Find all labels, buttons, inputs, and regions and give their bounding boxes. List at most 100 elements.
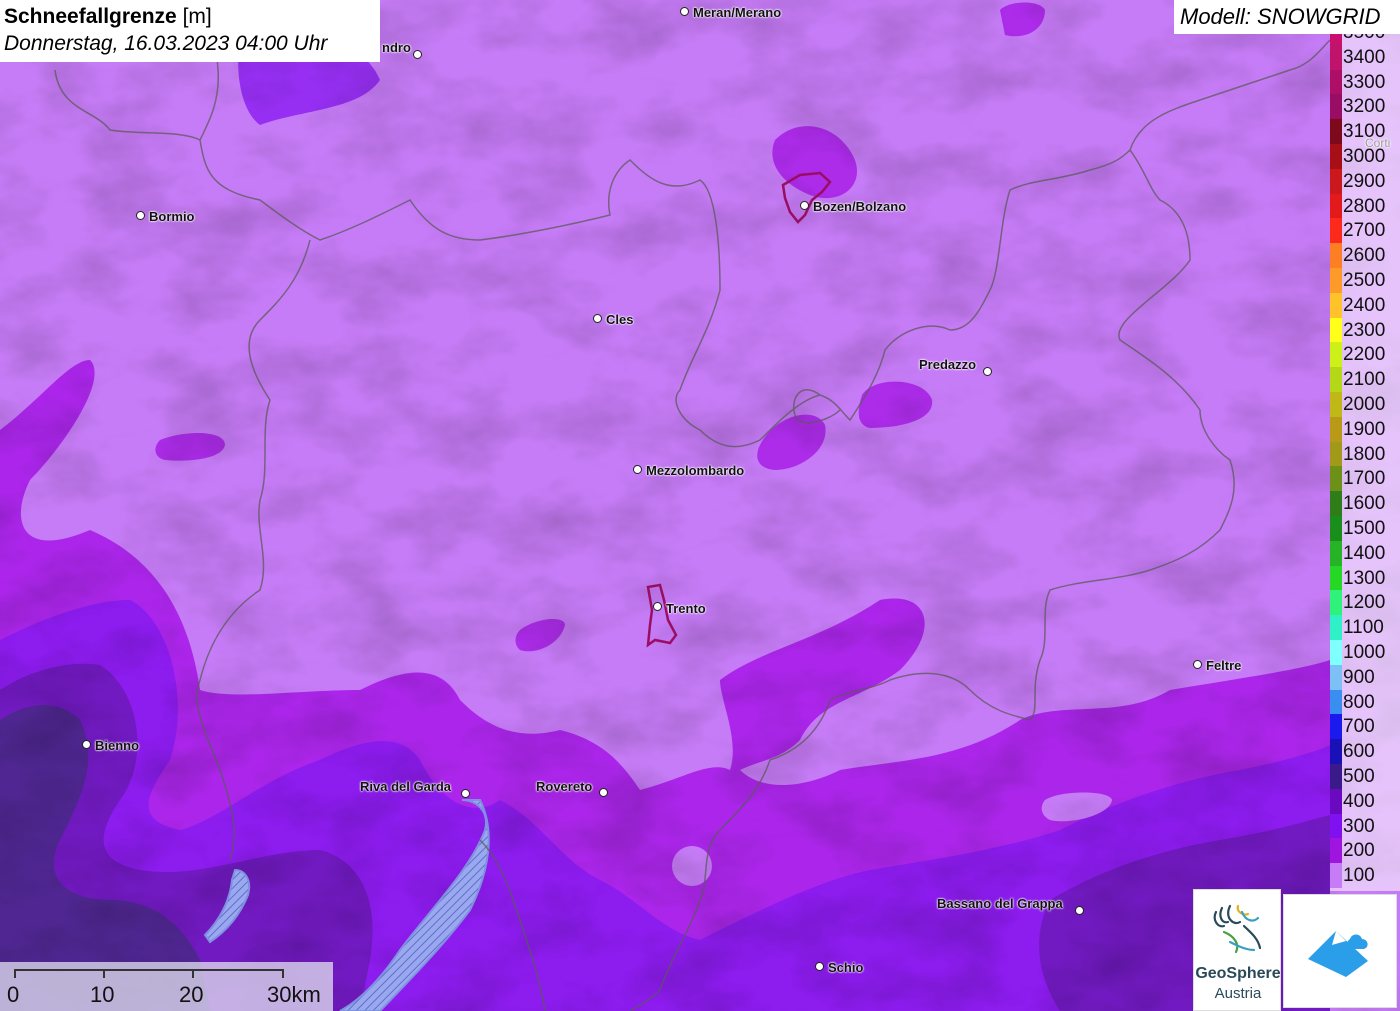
city-dot-icon [983,367,992,376]
legend-swatch [1330,44,1342,70]
legend-swatch [1330,218,1342,244]
snow-service-logo[interactable] [1283,894,1397,1008]
legend-label: 3500 [1343,34,1385,44]
legend-entry: 3200 [1330,94,1400,120]
scale-tick [282,969,284,978]
scale-tick [14,969,16,978]
legend-swatch [1330,689,1342,715]
parameter-unit: [m] [182,5,212,28]
city-label: Bormio [149,209,195,224]
legend-entry: 3500 [1330,34,1400,45]
legend-entry: 200 [1330,838,1400,864]
legend-swatch [1330,615,1342,640]
legend-swatch [1330,243,1342,268]
legend-label: 2400 [1343,294,1386,316]
forecast-datetime: Donnerstag, 16.03.2023 04:00 Uhr [4,32,328,55]
legend-entry: 1800 [1330,441,1400,467]
scale-bar: 0 10 20 30km [0,962,333,1011]
legend-swatch [1330,764,1342,789]
legend-label: 1000 [1343,642,1386,663]
map-title-box: Schneefallgrenze [m] Donnerstag, 16.03.2… [0,0,380,62]
legend-entry: 700 [1330,714,1400,740]
city-label: Corti [1365,136,1391,150]
legend-label: 600 [1343,741,1375,763]
legend-entry: 400 [1330,788,1400,814]
legend-entry: 1900 [1330,416,1400,442]
legend-swatch [1330,144,1342,169]
legend-entry: 2400 [1330,292,1400,318]
snowfall-line-map[interactable] [0,0,1400,1011]
city-label: Trento [666,601,706,616]
legend-label: 3300 [1343,71,1386,93]
legend-swatch [1330,838,1342,864]
legend-swatch [1330,739,1342,764]
city-dot-icon [136,211,145,220]
legend-label: 2500 [1343,270,1386,291]
legend-swatch [1330,193,1342,219]
legend-entry: 1700 [1330,466,1400,492]
legend-label: 3400 [1343,46,1386,68]
city-label: Feltre [1206,658,1242,673]
legend-label: 2900 [1343,170,1386,192]
legend-entry: 300 [1330,813,1400,839]
legend-swatch [1330,292,1342,318]
legend-entry: 1600 [1330,491,1400,516]
city-label: Schio [828,960,864,975]
legend-entry: 2200 [1330,342,1400,368]
city-dot-icon [82,740,91,749]
legend-entry: 500 [1330,764,1400,789]
city-dot-icon [633,465,642,474]
legend-label: 1100 [1343,617,1384,639]
legend-swatch [1330,516,1342,541]
legend-swatch [1330,466,1342,492]
legend-label: 1500 [1343,518,1386,539]
legend-entry: 1300 [1330,565,1400,591]
legend-swatch [1330,788,1342,814]
city-label: Meran/Merano [693,5,782,20]
model-label: Modell: SNOWGRID [1174,0,1400,34]
map-title: Schneefallgrenze [m] [4,3,376,30]
legend-swatch [1330,342,1342,368]
legend-entry: 2500 [1330,268,1400,293]
legend-entry: 3400 [1330,44,1400,70]
legend-swatch [1330,119,1342,144]
mountain-cloud-icon [1308,931,1368,977]
legend-entry: 2900 [1330,168,1400,194]
city-dot-icon [1075,906,1084,915]
legend-entry: 800 [1330,689,1400,715]
geosphere-logo[interactable]: GeoSphere Austria [1193,889,1281,1011]
city-label: Predazzo [919,357,977,372]
legend-entry: 2000 [1330,392,1400,417]
legend-swatch [1330,168,1342,194]
city-label: Mezzolombardo [646,463,745,478]
legend-label: 500 [1343,766,1375,787]
legend-entry: 1400 [1330,540,1400,566]
city-dot-icon [815,962,824,971]
city-label: ndro [382,40,411,55]
color-legend: 3500340033003200310030002900280027002600… [1330,34,1400,891]
geosphere-mark-icon [1213,904,1262,954]
legend-label: 300 [1343,815,1375,837]
legend-label: 1400 [1343,542,1386,564]
legend-entry: 1200 [1330,590,1400,616]
geosphere-logo-sub: Austria [1214,985,1262,1002]
city-dot-icon [599,788,608,797]
legend-swatch [1330,416,1342,442]
legend-entry: 2700 [1330,218,1400,244]
city-label: Bassano del Grappa [937,896,1063,911]
legend-swatch [1330,69,1342,95]
city-dot-icon [593,314,602,323]
legend-swatch [1330,94,1342,120]
legend-label: 2300 [1343,319,1386,341]
legend-entry: 900 [1330,664,1400,690]
legend-label: 900 [1343,666,1375,688]
legend-swatch [1330,863,1342,888]
city-label: Bienno [95,738,140,753]
city-label: Cles [606,312,634,327]
legend-entry: 600 [1330,739,1400,764]
legend-swatch [1330,34,1342,45]
legend-label: 1700 [1343,468,1386,490]
legend-entry: 3300 [1330,69,1400,95]
legend-label: 3200 [1343,96,1386,118]
city-dot-icon [800,201,809,210]
